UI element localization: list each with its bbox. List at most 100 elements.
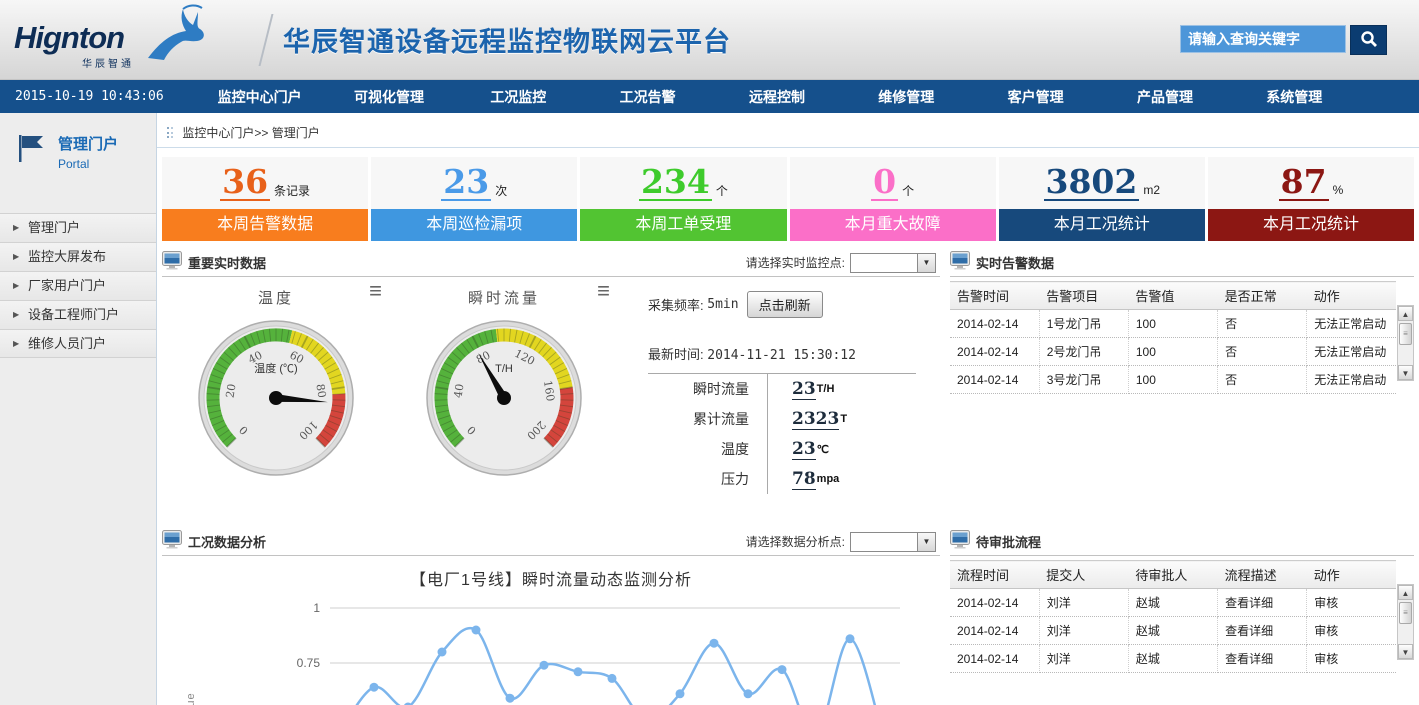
temperature-gauge: 020406080100温度 (℃) [196,318,356,478]
alarm-panel: 实时告警数据 告警时间告警项目告警值是否正常动作2014-02-141号龙门吊1… [950,249,1414,394]
scrollbar-track[interactable]: ≡ [1398,321,1413,365]
stat-cards: 36条记录本周告警数据23次本周巡检漏项234个本周工单受理0个本月重大故障38… [162,157,1414,241]
nav-item[interactable]: 客户管理 [971,87,1100,107]
nav-item[interactable]: 产品管理 [1100,87,1229,107]
hamburger-menu-icon[interactable]: ≡ [369,281,382,301]
gauge-temperature: 温度 ≡ 020406080100温度 (℃) [162,277,390,501]
table-cell[interactable]: 查看详细 [1218,645,1307,673]
nav-item[interactable]: 远程控制 [712,87,841,107]
readout-value-link[interactable]: 78 [792,469,816,490]
nav-item[interactable]: 可视化管理 [324,87,453,107]
search-button[interactable] [1350,25,1387,55]
table-cell[interactable]: 审核 [1307,617,1396,645]
arrow-right-icon: ▶ [13,301,19,329]
chevron-down-icon[interactable]: ▼ [917,533,935,551]
nav-item[interactable]: 监控中心门户 [195,87,324,107]
scrollbar[interactable]: ▲ ≡ ▼ [1397,584,1414,660]
stat-label-button[interactable]: 本周工单受理 [580,209,786,241]
column-header: 动作 [1307,561,1396,589]
svg-text:40: 40 [452,383,467,399]
scroll-down-button[interactable]: ▼ [1398,365,1413,380]
nav-item[interactable]: 工况监控 [454,87,583,107]
scroll-up-button[interactable]: ▲ [1398,306,1413,321]
alarm-table: 告警时间告警项目告警值是否正常动作2014-02-141号龙门吊100否无法正常… [950,281,1396,394]
table-cell: 否 [1218,338,1307,366]
table-cell: 100 [1128,338,1217,366]
scrollbar-track[interactable]: ≡ [1398,600,1413,644]
stat-label-button[interactable]: 本月重大故障 [790,209,996,241]
stat-card-value-area: 87% [1208,157,1414,209]
latest-time-value: 2014-11-21 15:30:12 [707,348,856,363]
stat-value-link[interactable]: 23 [441,165,491,201]
gauge-title: 瞬时流量 [390,287,618,308]
approval-section-header: 待审批流程 [950,528,1414,556]
nav-menu: 监控中心门户可视化管理工况监控工况告警远程控制维修管理客户管理产品管理系统管理 [195,87,1419,107]
table-cell[interactable]: 审核 [1307,645,1396,673]
table-cell: 100 [1128,310,1217,338]
search-input[interactable] [1180,25,1346,53]
table-cell[interactable]: 查看详细 [1218,617,1307,645]
stat-card-value-area: 36条记录 [162,157,368,209]
stat-label-button[interactable]: 本周巡检漏项 [371,209,577,241]
nav-item[interactable]: 维修管理 [842,87,971,107]
scrollbar-thumb[interactable]: ≡ [1399,602,1412,624]
svg-text:20: 20 [224,383,239,399]
scrollbar-thumb[interactable]: ≡ [1399,323,1412,345]
table-row: 2014-02-143号龙门吊100否无法正常启动 [950,366,1396,394]
sidebar-item[interactable]: ▶监控大屏发布 [0,242,156,271]
portal-subtitle: Portal [58,157,118,171]
stat-label-button[interactable]: 本周告警数据 [162,209,368,241]
arrow-right-icon: ▶ [13,243,19,271]
scrollbar[interactable]: ▲ ≡ ▼ [1397,305,1414,381]
readout-label: 压力 [648,464,768,494]
stat-value-link[interactable]: 36 [220,165,270,201]
flow-line-chart: 10.750.5value [162,596,937,705]
antelope-logo-icon [140,2,212,65]
stat-unit: 个 [716,182,728,199]
monitor-point-select[interactable]: ▼ [850,253,936,273]
column-header: 流程描述 [1218,561,1307,589]
table-cell: 否 [1218,310,1307,338]
table-cell: 1号龙门吊 [1039,310,1128,338]
table-row: 2014-02-14刘洋赵城查看详细审核 [950,617,1396,645]
readout-label: 温度 [648,434,768,464]
readout-value-link[interactable]: 23 [792,379,816,400]
table-cell[interactable]: 审核 [1307,589,1396,617]
analysis-point-select[interactable]: ▼ [850,532,936,552]
panels-row-1: 重要实时数据 请选择实时监控点: ▼ 温度 ≡ 020406080100温度 (… [162,249,1414,501]
scroll-down-button[interactable]: ▼ [1398,644,1413,659]
stat-card-value-area: 234个 [580,157,786,209]
nav-item[interactable]: 工况告警 [583,87,712,107]
section-title: 工况数据分析 [188,532,266,551]
stat-value-link[interactable]: 3802 [1044,165,1140,201]
sidebar-item[interactable]: ▶维修人员门户 [0,329,156,358]
stat-label-button[interactable]: 本月工况统计 [999,209,1205,241]
stat-label-button[interactable]: 本月工况统计 [1208,209,1414,241]
svg-text:1: 1 [313,601,320,615]
table-cell[interactable]: 查看详细 [1218,589,1307,617]
scroll-up-button[interactable]: ▲ [1398,585,1413,600]
hamburger-menu-icon[interactable]: ≡ [597,281,610,301]
nav-item[interactable]: 系统管理 [1230,87,1359,107]
analysis-section-header: 工况数据分析 请选择数据分析点: ▼ [162,528,940,556]
section-title: 实时告警数据 [976,253,1054,272]
monitor-point-select-label: 请选择实时监控点: [746,254,845,271]
readout-value-link[interactable]: 23 [792,439,816,460]
refresh-button[interactable]: 点击刷新 [747,291,823,318]
arrow-right-icon: ▶ [13,272,19,300]
sidebar-item[interactable]: ▶管理门户 [0,213,156,242]
stat-value-link[interactable]: 87 [1279,165,1329,201]
sidebar-item[interactable]: ▶设备工程师门户 [0,300,156,329]
sidebar-item[interactable]: ▶厂家用户门户 [0,271,156,300]
table-cell[interactable]: 无法正常启动 [1307,338,1396,366]
logo: Hignton 华辰智通 [0,0,265,79]
table-cell[interactable]: 无法正常启动 [1307,366,1396,394]
table-cell[interactable]: 无法正常启动 [1307,310,1396,338]
chevron-down-icon[interactable]: ▼ [917,254,935,272]
table-cell: 赵城 [1128,645,1217,673]
readout-value-link[interactable]: 2323 [792,409,839,430]
stat-value-link[interactable]: 0 [871,165,898,201]
readout-row: 温度23℃ [648,434,916,464]
approval-table: 流程时间提交人待审批人流程描述动作2014-02-14刘洋赵城查看详细审核201… [950,560,1396,673]
stat-value-link[interactable]: 234 [639,165,712,201]
